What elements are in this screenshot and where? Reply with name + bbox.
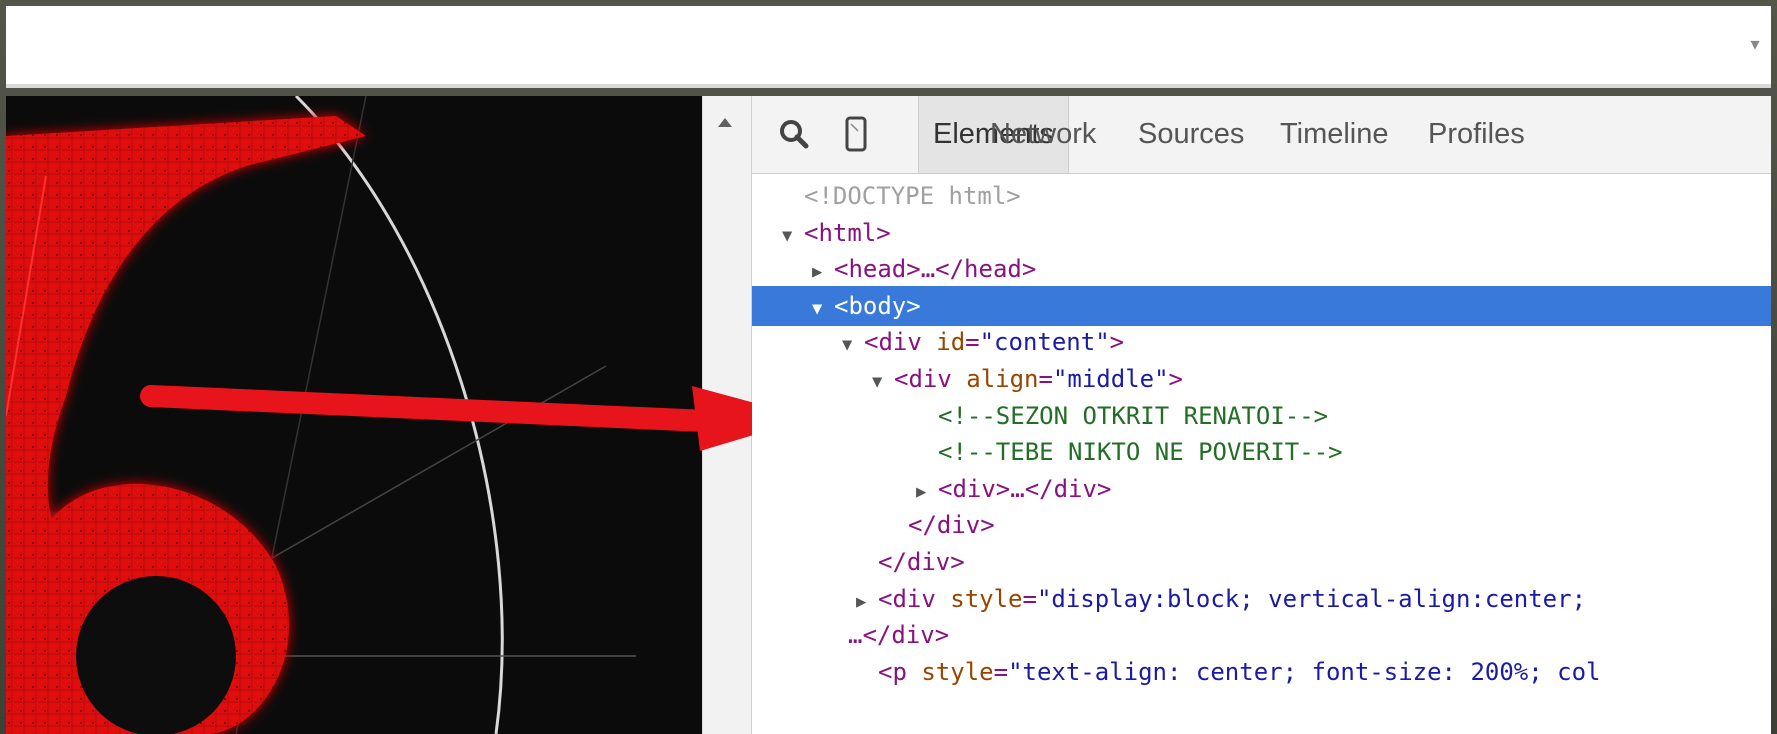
dom-token: <div: [894, 365, 967, 393]
tab-network[interactable]: Network: [976, 96, 1110, 173]
dom-token: <!--TEBE NIKTO NE POVERIT-->: [938, 438, 1343, 467]
dom-node-selected[interactable]: ▼ <body>: [752, 285, 1771, 326]
dom-node[interactable]: <p style="text-align: center; font-size:…: [752, 652, 1771, 692]
dom-token: "text-align: center; font-size: 200%; co…: [1008, 657, 1601, 686]
dom-token: <!DOCTYPE html>: [804, 182, 1021, 210]
dom-token: </div>: [878, 548, 965, 576]
page-artwork: [6, 96, 702, 734]
dom-node[interactable]: ▼ <div id="content">: [752, 322, 1771, 362]
dom-token: …</div>: [848, 621, 950, 650]
dom-token: <body>: [834, 291, 921, 320]
dom-node[interactable]: <!--SEZON OTKRIT RENATOI-->: [752, 396, 1771, 436]
dom-token: <div: [864, 328, 937, 357]
dom-token: =: [993, 657, 1009, 686]
dom-node[interactable]: ▶ <div style="display:block; vertical-ali…: [752, 579, 1771, 619]
tab-sources[interactable]: Sources: [1124, 96, 1258, 173]
dom-token: <head>…</head>: [834, 255, 1037, 284]
dom-node[interactable]: ▼ <html>: [752, 213, 1771, 253]
dom-token: </div>: [908, 511, 995, 540]
dom-node[interactable]: …</div>: [752, 615, 1771, 655]
dom-token: >: [1109, 328, 1125, 357]
dom-token: >: [1168, 365, 1183, 393]
red-logo-shape: [6, 116, 366, 734]
tab-timeline[interactable]: Timeline: [1266, 96, 1403, 173]
dom-token: align: [966, 365, 1039, 393]
dom-token: =: [965, 328, 980, 357]
dom-node[interactable]: </div>: [752, 542, 1771, 582]
device-mode-icon[interactable]: [838, 116, 874, 152]
dom-token: <p: [878, 657, 922, 686]
dom-node[interactable]: ▶ <head>…</head>: [752, 249, 1771, 289]
dom-token: "middle": [1052, 365, 1169, 393]
search-icon[interactable]: [776, 116, 812, 152]
dom-token: <html>: [804, 218, 891, 247]
tab-profiles[interactable]: Profiles: [1414, 96, 1539, 173]
browser-top-bar: ▾: [6, 6, 1771, 88]
dom-node[interactable]: <!--TEBE NIKTO NE POVERIT-->: [752, 432, 1771, 472]
devtools-toolbar: Elements Network Sources Timeline Profiles: [752, 96, 1771, 174]
menu-icon[interactable]: ▾: [1745, 34, 1765, 54]
dom-node[interactable]: ▶ <div>…</div>: [752, 469, 1771, 509]
dom-node[interactable]: </div>: [752, 505, 1771, 545]
dom-token: =: [1038, 365, 1053, 393]
red-pointer-arrow: [140, 385, 702, 432]
dom-token: =: [1022, 584, 1037, 613]
dom-node[interactable]: <!DOCTYPE html>: [752, 176, 1771, 216]
dom-token: "display:block; vertical-align:center;: [1036, 584, 1587, 613]
dom-token: style: [950, 584, 1023, 613]
dom-token: <div>…</div>: [938, 474, 1112, 503]
dom-token: style: [921, 657, 994, 686]
dom-node[interactable]: ▼ <div align="middle">: [752, 359, 1771, 399]
dom-token: <div: [878, 584, 951, 613]
dom-token: <!--SEZON OTKRIT RENATOI-->: [938, 401, 1329, 430]
page-viewport: [6, 96, 702, 734]
dom-token: id: [936, 328, 966, 357]
devtools-panel: Elements Network Sources Timeline Profiles <…: [752, 96, 1771, 734]
dom-token: "content": [979, 328, 1110, 357]
